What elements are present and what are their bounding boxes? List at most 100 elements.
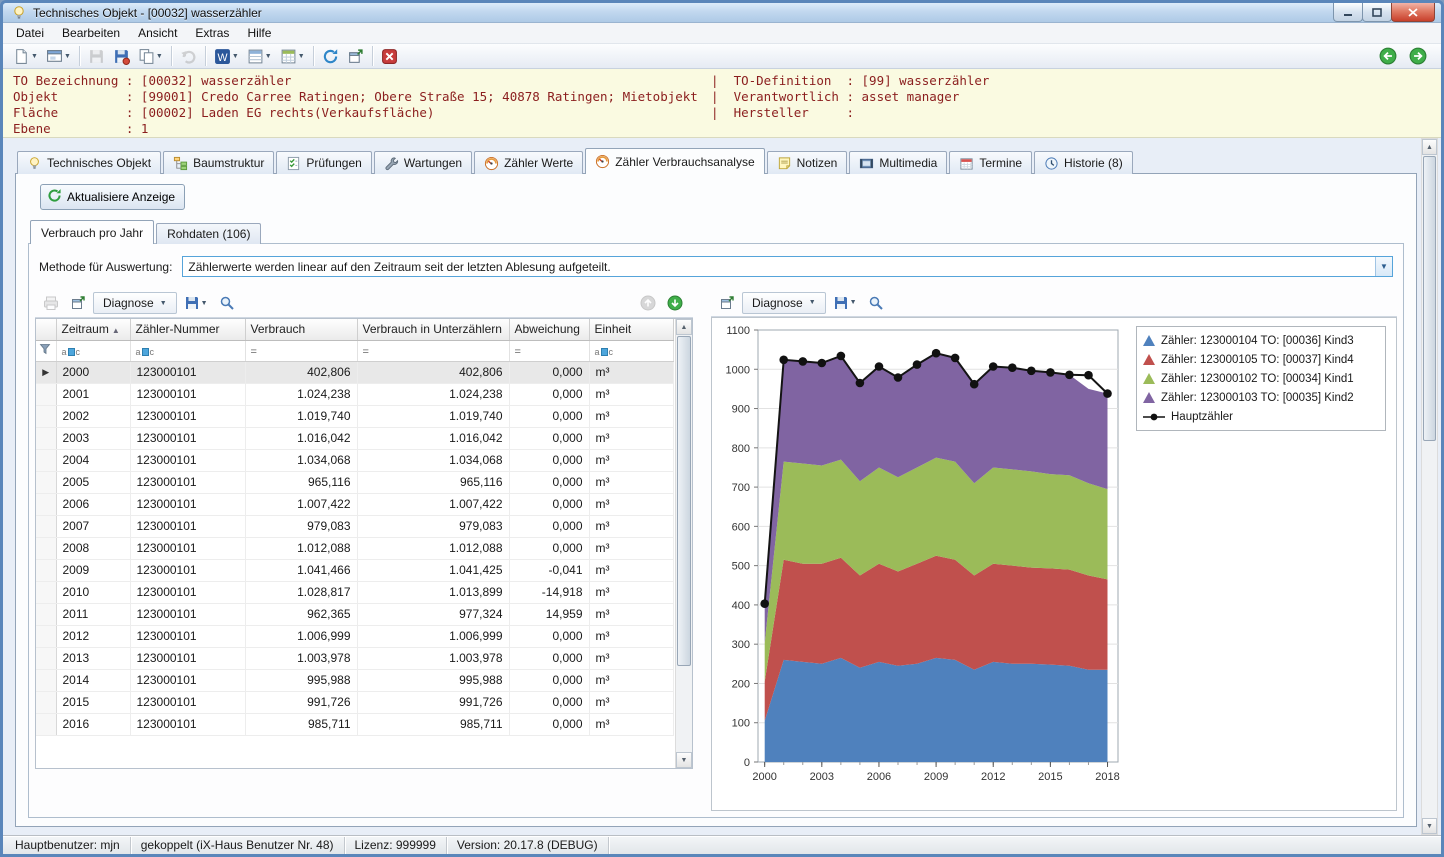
- cell[interactable]: 985,711: [357, 713, 510, 736]
- content-scrollbar[interactable]: ▲ ▼: [1421, 138, 1438, 835]
- chart-save-dropdown[interactable]: ▼: [829, 291, 861, 314]
- cell[interactable]: 0,000: [509, 669, 590, 692]
- list-export-button[interactable]: ▼: [243, 44, 276, 68]
- cell[interactable]: 123000101: [130, 691, 246, 714]
- tab-wartungen[interactable]: Wartungen: [373, 151, 473, 174]
- filter-row-indicator[interactable]: [36, 340, 57, 362]
- table-row-2005[interactable]: 2005 123000101 965,116 965,116 0,000 m³: [36, 471, 674, 494]
- tab-zähler-werte[interactable]: Zähler Werte: [474, 151, 584, 174]
- cell[interactable]: 2011: [56, 603, 131, 626]
- column-header-verbrauch[interactable]: Verbrauch: [245, 319, 358, 341]
- cell[interactable]: m³: [589, 471, 674, 494]
- column-header-einheit[interactable]: Einheit: [589, 319, 674, 341]
- menu-bearbeiten[interactable]: Bearbeiten: [53, 23, 129, 43]
- cell[interactable]: m³: [589, 581, 674, 604]
- maximize-button[interactable]: [1362, 3, 1392, 22]
- table-row-2016[interactable]: 2016 123000101 985,711 985,711 0,000 m³: [36, 713, 674, 736]
- cell[interactable]: 2007: [56, 515, 131, 538]
- minimize-button[interactable]: [1333, 3, 1363, 22]
- table-row-2008[interactable]: 2008 123000101 1.012,088 1.012,088 0,000 m³: [36, 537, 674, 560]
- column-header-verbrauch-in-unterzählern[interactable]: Verbrauch in Unterzählern: [357, 319, 510, 341]
- menu-hilfe[interactable]: Hilfe: [238, 23, 280, 43]
- subtab-verbrauch-pro-jahr[interactable]: Verbrauch pro Jahr: [30, 220, 155, 244]
- cell[interactable]: m³: [589, 383, 674, 406]
- cell[interactable]: 1.007,422: [357, 493, 510, 516]
- cell[interactable]: m³: [589, 493, 674, 516]
- cell[interactable]: 991,726: [245, 691, 358, 714]
- cell[interactable]: 123000101: [130, 471, 246, 494]
- table-diagnose-dropdown[interactable]: Diagnose ▼: [93, 292, 177, 314]
- close-button[interactable]: [1391, 3, 1435, 22]
- cell[interactable]: 1.034,068: [357, 449, 510, 472]
- cell[interactable]: m³: [589, 449, 674, 472]
- cell[interactable]: 0,000: [509, 625, 590, 648]
- cell[interactable]: -14,918: [509, 581, 590, 604]
- cell[interactable]: 1.006,999: [357, 625, 510, 648]
- previous-record-button[interactable]: [1375, 44, 1401, 68]
- cell[interactable]: 0,000: [509, 405, 590, 428]
- panel-next-button[interactable]: [663, 292, 687, 315]
- cell[interactable]: 1.012,088: [245, 537, 358, 560]
- cell[interactable]: 979,083: [357, 515, 510, 538]
- cell[interactable]: 0,000: [509, 449, 590, 472]
- cell[interactable]: m³: [589, 669, 674, 692]
- table-row-2014[interactable]: 2014 123000101 995,988 995,988 0,000 m³: [36, 669, 674, 692]
- table-row-2007[interactable]: 2007 123000101 979,083 979,083 0,000 m³: [36, 515, 674, 538]
- table-row-2004[interactable]: 2004 123000101 1.034,068 1.034,068 0,000 m³: [36, 449, 674, 472]
- filter-cell-zeitraum[interactable]: ac: [56, 340, 131, 362]
- table-row-2001[interactable]: 2001 123000101 1.024,238 1.024,238 0,000 m³: [36, 383, 674, 406]
- cell[interactable]: 14,959: [509, 603, 590, 626]
- cell[interactable]: 2005: [56, 471, 131, 494]
- cell[interactable]: 0,000: [509, 691, 590, 714]
- cell[interactable]: 123000101: [130, 515, 246, 538]
- cell[interactable]: 995,988: [357, 669, 510, 692]
- table-row-2013[interactable]: 2013 123000101 1.003,978 1.003,978 0,000 m³: [36, 647, 674, 670]
- cell[interactable]: 2012: [56, 625, 131, 648]
- cell[interactable]: 2000: [56, 361, 131, 384]
- cell[interactable]: 1.024,238: [245, 383, 358, 406]
- cell[interactable]: 1.003,978: [357, 647, 510, 670]
- next-record-button[interactable]: [1405, 44, 1431, 68]
- cell[interactable]: 2008: [56, 537, 131, 560]
- detach-chart-button[interactable]: [715, 291, 739, 314]
- cell[interactable]: 1.024,238: [357, 383, 510, 406]
- cell[interactable]: 123000101: [130, 625, 246, 648]
- cell[interactable]: 2009: [56, 559, 131, 582]
- cell[interactable]: 123000101: [130, 669, 246, 692]
- cell[interactable]: 1.013,899: [357, 581, 510, 604]
- cell[interactable]: 2010: [56, 581, 131, 604]
- cell[interactable]: 0,000: [509, 647, 590, 670]
- cell[interactable]: m³: [589, 625, 674, 648]
- refresh-button[interactable]: [318, 44, 343, 68]
- new-document-button[interactable]: ▼: [9, 44, 42, 68]
- chart-diagnose-dropdown[interactable]: Diagnose ▼: [742, 291, 826, 314]
- menu-ansicht[interactable]: Ansicht: [129, 23, 186, 43]
- cell[interactable]: 123000101: [130, 361, 246, 384]
- cell[interactable]: 0,000: [509, 537, 590, 560]
- cell[interactable]: 0,000: [509, 361, 590, 384]
- table-row-2010[interactable]: 2010 123000101 1.028,817 1.013,899 -14,918 m³: [36, 581, 674, 604]
- cell[interactable]: 123000101: [130, 405, 246, 428]
- scrollbar-thumb[interactable]: [677, 336, 691, 666]
- cell[interactable]: m³: [589, 405, 674, 428]
- detach-table-button[interactable]: [66, 292, 90, 315]
- cell[interactable]: 2002: [56, 405, 131, 428]
- cell[interactable]: 123000101: [130, 603, 246, 626]
- cell[interactable]: m³: [589, 427, 674, 450]
- cell[interactable]: 123000101: [130, 427, 246, 450]
- cell[interactable]: 1.041,466: [245, 559, 358, 582]
- title-bar[interactable]: Technisches Objekt - [00032] wasserzähle…: [3, 3, 1441, 23]
- cell[interactable]: 123000101: [130, 581, 246, 604]
- tab-prüfungen[interactable]: Prüfungen: [276, 151, 372, 174]
- cell[interactable]: 1.007,422: [245, 493, 358, 516]
- cell[interactable]: 965,116: [357, 471, 510, 494]
- cell[interactable]: 1.041,425: [357, 559, 510, 582]
- table-save-dropdown[interactable]: ▼: [180, 292, 212, 315]
- cell[interactable]: 2006: [56, 493, 131, 516]
- copy-button[interactable]: ▼: [134, 44, 167, 68]
- tab-baumstruktur[interactable]: Baumstruktur: [163, 151, 275, 174]
- cell[interactable]: 2003: [56, 427, 131, 450]
- tab-technisches-objekt[interactable]: Technisches Objekt: [17, 151, 162, 174]
- filter-cell-zähler-nummer[interactable]: ac: [130, 340, 246, 362]
- cell[interactable]: 962,365: [245, 603, 358, 626]
